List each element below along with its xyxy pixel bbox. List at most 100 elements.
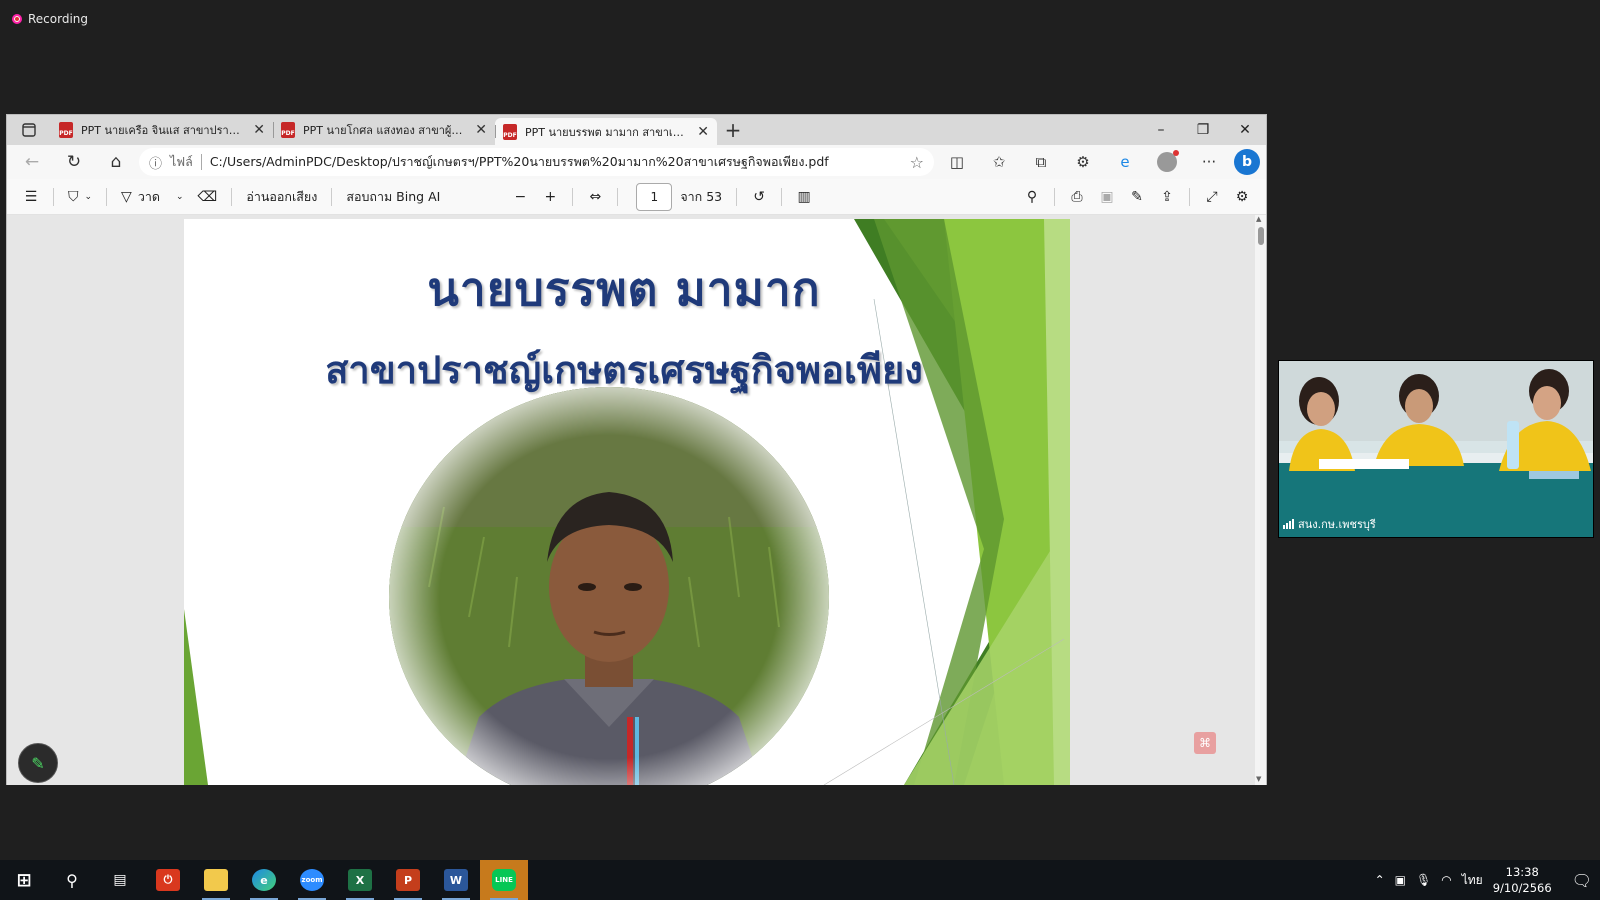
tab-3-active[interactable]: PDF PPT นายบรรพต มามาก สาขาเศรษฐกิ ✕ [495, 118, 717, 145]
page-view-icon[interactable]: ▥ [790, 183, 818, 211]
fullscreen-icon[interactable]: ⤢ [1198, 183, 1226, 211]
pdf-toolbar: ☰ ⛉ ⌄ ▽ วาด ⌄ ⌫ อ่านออกเสียง สอบถาม Bing AI… [7, 179, 1266, 215]
start-button[interactable]: ⊞ [0, 860, 48, 900]
taskbar-app-excel[interactable]: X [336, 860, 384, 900]
tab-actions-icon [22, 123, 36, 137]
vertical-scrollbar[interactable]: ▲ ▼ [1255, 215, 1266, 785]
highlight-button[interactable]: ⛉ ⌄ [62, 183, 98, 211]
powerpoint-icon: P [396, 869, 420, 891]
split-screen-icon[interactable]: ◫ [938, 148, 976, 176]
home-button[interactable]: ⌂ [97, 148, 135, 176]
save-as-icon[interactable]: ✎ [1123, 183, 1151, 211]
eraser-icon[interactable]: ⌫ [192, 183, 224, 211]
close-window-button[interactable]: ✕ [1224, 115, 1266, 145]
scrollbar-thumb[interactable] [1258, 227, 1264, 245]
record-icon [12, 14, 22, 24]
draw-button[interactable]: ▽ วาด ⌄ [115, 183, 189, 211]
new-tab-button[interactable]: + [717, 115, 749, 145]
tab-bar: PDF PPT นายเครือ จินแส สาขาปราชญ์เกษ ✕ P… [7, 115, 1266, 145]
scroll-up-icon[interactable]: ▲ [1256, 215, 1261, 223]
draw-label: วาด [137, 188, 160, 204]
portrait-photo [389, 387, 829, 785]
highlighter-icon: ⛉ [68, 188, 79, 205]
chevron-down-icon: ⌄ [175, 191, 184, 202]
portrait-person-image [389, 387, 829, 785]
zoom-out-button[interactable]: − [506, 183, 534, 211]
settings-icon[interactable]: ⚙ [1228, 183, 1256, 211]
find-icon[interactable]: ⚲ [1018, 183, 1046, 211]
divider [1189, 187, 1190, 206]
more-menu-icon[interactable]: ··· [1190, 148, 1228, 176]
taskbar-app-zoom[interactable]: zoom [288, 860, 336, 900]
contents-icon[interactable]: ☰ [17, 183, 45, 211]
collections-icon[interactable]: ⧉ [1022, 148, 1060, 176]
scheme-label: ไฟล์ [170, 154, 193, 169]
tab-label: PPT นายเครือ จินแส สาขาปราชญ์เกษ [81, 124, 246, 137]
slide-title: นายบรรพต มามาก [427, 262, 821, 316]
language-indicator[interactable]: ไทย [1462, 871, 1483, 890]
address-field[interactable]: ⓘ ไฟล์ C:/Users/AdminPDC/Desktop/ปราชญ์เ… [139, 148, 934, 176]
recording-indicator: Recording [12, 12, 88, 26]
divider [781, 187, 783, 206]
profile-button[interactable] [1148, 148, 1186, 176]
taskbar-app-edge[interactable]: e [240, 860, 288, 900]
zoom-in-button[interactable]: + [536, 183, 564, 211]
pdf-toolbar-right: ⚲ ⎙ ▣ ✎ ⇪ ⤢ ⚙ [1018, 183, 1256, 211]
rotate-icon[interactable]: ↺ [745, 183, 773, 211]
zoom-icon: zoom [300, 869, 324, 891]
tab-2[interactable]: PDF PPT นายโกศล แสงทอง สาขาผู้นำชุมช ✕ [273, 115, 495, 145]
meet-now-icon[interactable]: ▣ [1395, 873, 1406, 887]
chevron-up-icon[interactable]: ⌃ [1375, 873, 1385, 887]
taskbar-app-antivirus[interactable]: ⏻ [144, 860, 192, 900]
annotate-pen-button[interactable]: ✎ [18, 743, 58, 783]
save-icon[interactable]: ▣ [1093, 183, 1121, 211]
clock[interactable]: 13:38 9/10/2566 [1493, 864, 1552, 896]
taskbar-app-line[interactable]: LINE [480, 860, 528, 900]
ask-bing-button[interactable]: สอบถาม Bing AI [340, 183, 446, 211]
notifications-icon[interactable]: 🗨 [1572, 871, 1592, 890]
print-icon[interactable]: ⎙ [1063, 183, 1091, 211]
page-number-input[interactable]: 1 [636, 182, 673, 211]
scroll-down-icon[interactable]: ▼ [1256, 775, 1261, 783]
tab-label: PPT นายโกศล แสงทอง สาขาผู้นำชุมช [303, 124, 467, 137]
share-icon[interactable]: ⇪ [1153, 183, 1181, 211]
acrobat-icon[interactable]: ⌘ [1194, 732, 1216, 754]
pdf-file-icon: PDF [59, 122, 73, 138]
search-button[interactable]: ⚲ [48, 860, 96, 900]
divider [106, 187, 108, 206]
minimize-button[interactable]: – [1140, 115, 1182, 145]
participant-video[interactable]: สนง.กษ.เพชรบุรี [1278, 360, 1594, 538]
url-text[interactable]: C:/Users/AdminPDC/Desktop/ปราชญ์เกษตรฯ/P… [210, 152, 902, 172]
edge-bar-icon[interactable]: e [1106, 148, 1144, 176]
extensions-icon[interactable]: ⚙ [1064, 148, 1102, 176]
divider [200, 154, 202, 170]
taskbar-app-powerpoint[interactable]: P [384, 860, 432, 900]
restore-button[interactable]: ❐ [1182, 115, 1224, 145]
fit-width-icon[interactable]: ⇔ [581, 183, 609, 211]
close-tab-icon[interactable]: ✕ [475, 122, 487, 138]
tab-1[interactable]: PDF PPT นายเครือ จินแส สาขาปราชญ์เกษ ✕ [51, 115, 273, 145]
word-icon: W [444, 869, 468, 891]
refresh-button[interactable]: ↻ [55, 148, 93, 176]
favorite-star-icon[interactable]: ☆ [910, 153, 924, 172]
taskbar-app-file-explorer[interactable] [192, 860, 240, 900]
divider [736, 187, 738, 206]
task-view-button[interactable]: ▤ [96, 860, 144, 900]
favorites-icon[interactable]: ✩ [980, 148, 1018, 176]
clock-time: 13:38 [1505, 865, 1539, 879]
wifi-icon[interactable]: ◠ [1441, 873, 1451, 887]
close-tab-icon[interactable]: ✕ [697, 124, 709, 140]
pdf-viewer[interactable]: นายบรรพต มามาก สาขาปราชญ์เกษตรเศรษฐกิจพอ… [7, 215, 1257, 785]
window-controls: – ❐ ✕ [1140, 115, 1266, 145]
bing-copilot-icon[interactable]: b [1234, 149, 1260, 175]
taskbar-app-word[interactable]: W [432, 860, 480, 900]
page-total-label: จาก 53 [680, 188, 723, 204]
tab-label: PPT นายบรรพต มามาก สาขาเศรษฐกิ [525, 125, 690, 139]
read-aloud-button[interactable]: อ่านออกเสียง [240, 183, 323, 211]
info-icon[interactable]: ⓘ [149, 153, 162, 172]
back-button[interactable]: ← [13, 148, 51, 176]
microphone-icon[interactable]: 🎙 [1416, 873, 1431, 887]
excel-icon: X [348, 869, 372, 891]
close-tab-icon[interactable]: ✕ [253, 122, 265, 138]
tab-actions-button[interactable] [7, 115, 51, 145]
